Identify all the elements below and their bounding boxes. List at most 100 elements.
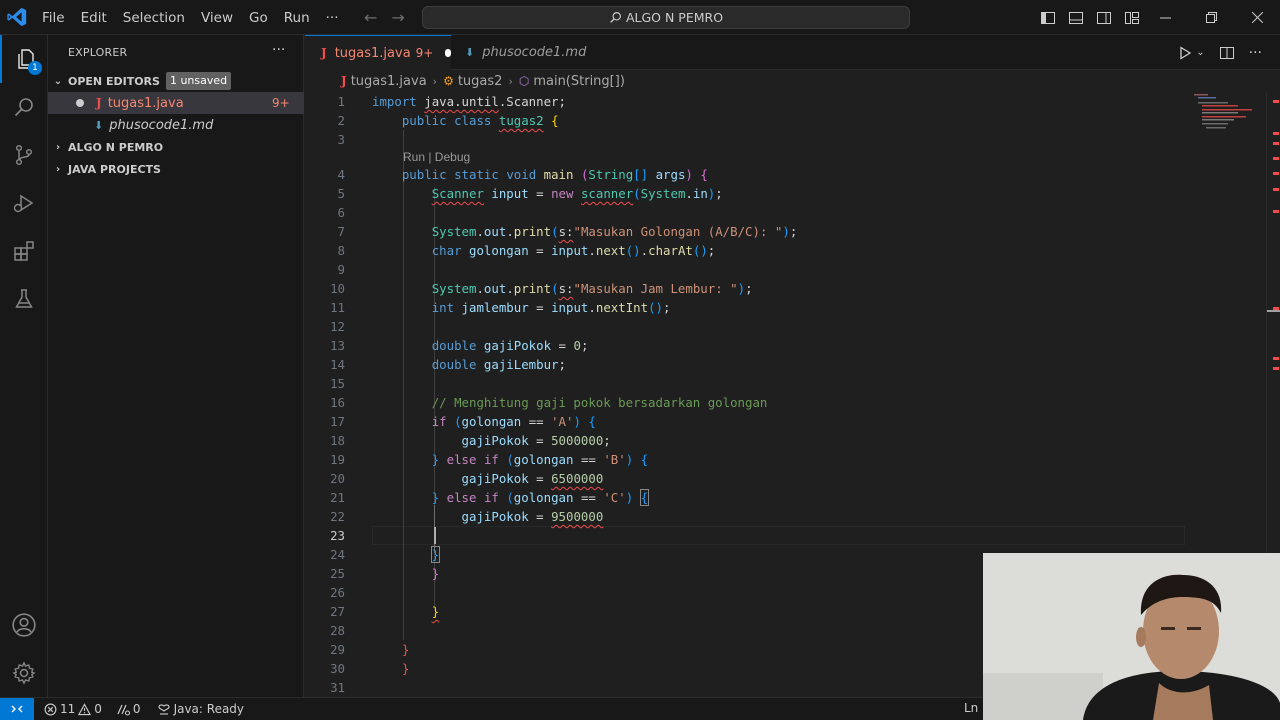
code-line: 13 double gajiPokok = 0; xyxy=(330,338,589,353)
search-icon xyxy=(14,98,33,117)
chevron-right-icon: › xyxy=(432,74,438,88)
webcam-overlay xyxy=(983,553,1280,720)
chevron-down-icon: ⌄ xyxy=(53,75,63,87)
breadcrumb-file[interactable]: tugas1.java xyxy=(351,74,427,89)
remote-indicator[interactable] xyxy=(0,698,34,720)
unsaved-badge: 1 unsaved xyxy=(165,72,232,90)
section-algo-n-pemro[interactable]: › ALGO N PEMRO xyxy=(48,136,304,158)
workspace-name: ALGO N PEMRO xyxy=(625,10,724,25)
menu-file[interactable]: File xyxy=(34,6,73,30)
source-control-icon xyxy=(15,144,33,166)
toggle-primary-sidebar-icon[interactable] xyxy=(1040,10,1056,26)
breadcrumb: J tugas1.java › ⚙ tugas2 › ⬡ main(String… xyxy=(305,70,1280,92)
toggle-secondary-sidebar-icon[interactable] xyxy=(1096,10,1112,26)
account-icon xyxy=(12,613,36,637)
vscode-logo-icon xyxy=(7,7,27,27)
sidebar-more-button[interactable]: ··· xyxy=(272,42,285,58)
title-bar: File Edit Selection View Go Run ··· ← → … xyxy=(0,0,1280,35)
breadcrumb-class[interactable]: tugas2 xyxy=(458,74,503,89)
editor-tabs: J tugas1.java 9+ ⬇ phusocode1.md ⌄ ··· xyxy=(305,35,1280,70)
run-debug-icon xyxy=(13,194,34,213)
menu-view[interactable]: View xyxy=(193,6,241,30)
activity-explorer[interactable]: 1 xyxy=(0,35,48,83)
close-button[interactable] xyxy=(1234,0,1280,35)
file-name: phusocode1.md xyxy=(109,117,214,133)
problems-status[interactable]: 11 0 xyxy=(44,702,102,716)
tab-label: tugas1.java xyxy=(334,45,411,61)
java-status[interactable]: Java: Ready xyxy=(157,702,244,716)
menu-run[interactable]: Run xyxy=(276,6,318,30)
restore-button[interactable] xyxy=(1188,0,1234,35)
presenter-image xyxy=(983,553,1280,720)
activity-search[interactable] xyxy=(0,83,48,131)
run-play-icon[interactable] xyxy=(1178,45,1192,60)
code-line: 1 import java.until.Scanner; xyxy=(337,94,566,109)
menu-edit[interactable]: Edit xyxy=(73,6,115,30)
tab-phusocode1-md[interactable]: ⬇ phusocode1.md xyxy=(451,35,586,70)
code-line: 11 int jamlembur = input.nextInt(); xyxy=(330,300,671,315)
code-line-current: 23 xyxy=(330,528,345,543)
activity-accounts[interactable] xyxy=(0,601,48,649)
error-icon xyxy=(44,703,57,715)
testing-icon xyxy=(15,289,33,308)
restore-icon xyxy=(1205,12,1217,23)
extensions-icon xyxy=(14,241,34,261)
minimize-button[interactable] xyxy=(1142,0,1188,35)
forward-arrow-icon[interactable]: → xyxy=(391,8,404,27)
file-name: tugas1.java xyxy=(107,95,184,111)
method-icon: ⬡ xyxy=(518,74,530,88)
error-count: 11 xyxy=(60,702,76,716)
menu-more[interactable]: ··· xyxy=(318,6,347,30)
code-line: 3 xyxy=(337,132,345,147)
explorer-badge: 1 xyxy=(28,61,42,75)
chevron-right-icon: › xyxy=(55,141,61,153)
code-line: 15 xyxy=(330,376,345,391)
open-editor-item[interactable]: J tugas1.java 9+ xyxy=(48,92,304,114)
command-center-search[interactable]: ALGO N PEMRO xyxy=(422,6,910,29)
more-actions-icon[interactable]: ··· xyxy=(1249,45,1262,61)
toggle-panel-icon[interactable] xyxy=(1068,10,1084,26)
open-editor-item[interactable]: ⬇ phusocode1.md xyxy=(48,114,304,136)
code-line: 22 gajiPokok = 9500000 xyxy=(330,509,604,524)
minimap[interactable] xyxy=(1190,92,1266,152)
code-line: 16 // Menghitung gaji pokok bersadarkan … xyxy=(330,395,768,410)
sidebar-title: EXPLORER xyxy=(68,46,128,59)
chevron-right-icon: › xyxy=(508,74,513,88)
back-arrow-icon[interactable]: ← xyxy=(364,8,377,27)
code-line: 5 Scanner input = new scanner(System.in)… xyxy=(337,186,723,201)
section-label: OPEN EDITORS xyxy=(68,74,160,88)
code-line: 17 if (golongan == 'A') { xyxy=(330,414,596,429)
code-line: 12 xyxy=(330,319,345,334)
markdown-file-icon: ⬇ xyxy=(94,118,104,132)
activity-manage[interactable] xyxy=(0,649,48,697)
menu-selection[interactable]: Selection xyxy=(115,6,193,30)
activity-testing[interactable] xyxy=(0,275,48,323)
chevron-down-icon[interactable]: ⌄ xyxy=(1196,47,1204,58)
ports-count: 0 xyxy=(132,702,141,716)
codelens-run-debug[interactable]: Run | Debug xyxy=(403,150,470,164)
tab-tugas1-java[interactable]: J tugas1.java 9+ xyxy=(305,35,451,70)
warning-icon xyxy=(78,702,92,715)
tab-problems: 9+ xyxy=(415,46,434,60)
activity-source-control[interactable] xyxy=(0,131,48,179)
activity-run-debug[interactable] xyxy=(0,179,48,227)
split-editor-icon[interactable] xyxy=(1219,45,1235,61)
code-line: 14 double gajiLembur; xyxy=(330,357,566,372)
section-label: ALGO N PEMRO xyxy=(68,140,164,154)
customize-layout-icon[interactable] xyxy=(1124,10,1140,26)
activity-extensions[interactable] xyxy=(0,227,48,275)
code-line: 6 xyxy=(337,205,345,220)
breadcrumb-method[interactable]: main(String[]) xyxy=(533,74,625,89)
java-file-icon: J xyxy=(321,46,327,60)
java-status-label: Java: Ready xyxy=(173,702,245,716)
ports-icon xyxy=(117,704,130,716)
menu-go[interactable]: Go xyxy=(241,6,276,30)
problems-count: 9+ xyxy=(272,96,290,110)
section-open-editors[interactable]: ⌄ OPEN EDITORS 1 unsaved xyxy=(48,70,304,92)
close-icon xyxy=(1251,12,1263,23)
java-status-icon xyxy=(158,703,170,715)
tab-label: phusocode1.md xyxy=(482,45,587,60)
ports-status[interactable]: 0 xyxy=(116,702,141,716)
section-java-projects[interactable]: › JAVA PROJECTS xyxy=(48,158,304,180)
code-line: 9 xyxy=(337,262,345,277)
